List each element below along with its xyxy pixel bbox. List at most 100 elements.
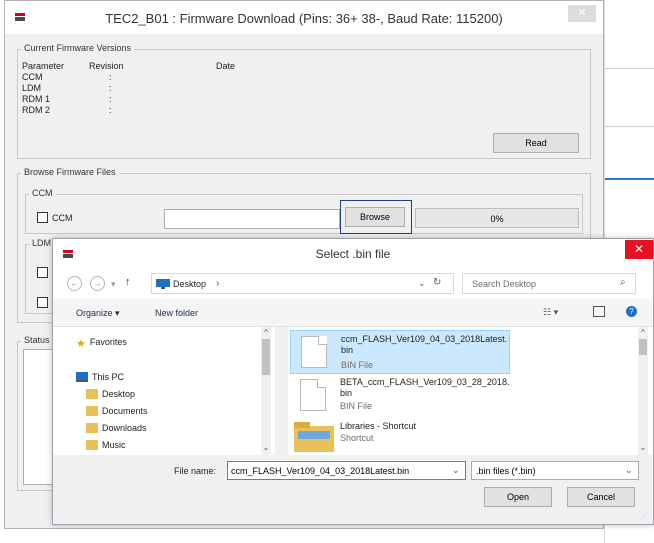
- cancel-button[interactable]: Cancel: [567, 487, 635, 507]
- param-rdm2: RDM 2: [22, 105, 51, 115]
- address-dropdown-icon[interactable]: ⌄: [418, 278, 426, 289]
- file-item[interactable]: Libraries - Shortcut Shortcut: [290, 418, 510, 455]
- open-button[interactable]: Open: [484, 487, 552, 507]
- dialog-navigation-bar: ← → ▾ ↑ Desktop › ⌄ ↻ Search Desktop ⌕: [53, 269, 653, 299]
- dialog-title-bar: Select .bin file ✕: [53, 239, 653, 269]
- nav-item-label: Desktop: [102, 389, 136, 399]
- param-rdm1-sep: :: [109, 94, 112, 104]
- documents-folder-icon: [86, 406, 98, 416]
- background-accent-line: [605, 178, 654, 180]
- scroll-thumb[interactable]: [262, 339, 270, 375]
- ccm-progress-bar: 0%: [415, 208, 579, 228]
- ldm-checkbox-2[interactable]: [37, 297, 48, 308]
- scroll-down-icon[interactable]: ⌄: [638, 443, 648, 452]
- file-name: ccm_FLASH_Ver109_04_03_2018Latest.bin: [341, 334, 508, 355]
- scroll-up-icon[interactable]: ^: [261, 328, 271, 337]
- ccm-legend: CCM: [29, 188, 56, 198]
- recent-locations-icon[interactable]: ▾: [111, 279, 116, 290]
- resize-grip-icon[interactable]: ⋰: [641, 512, 648, 520]
- ccm-progress-text: 0%: [490, 214, 504, 224]
- up-arrow-icon[interactable]: ↑: [125, 276, 131, 288]
- browse-button[interactable]: Browse: [345, 207, 405, 227]
- background-divider: [605, 68, 654, 69]
- refresh-icon[interactable]: ↻: [433, 277, 441, 288]
- nav-item-label: This PC: [92, 372, 125, 382]
- forward-arrow-icon[interactable]: →: [90, 276, 105, 291]
- chevron-down-icon[interactable]: ⌄: [625, 465, 633, 476]
- status-legend: Status: [21, 335, 53, 345]
- file-type: BIN File: [340, 401, 373, 411]
- file-list-scrollbar[interactable]: ^ ⌄: [638, 327, 648, 455]
- param-ldm-sep: :: [109, 83, 112, 93]
- navigation-scrollbar[interactable]: ^ ⌄: [261, 327, 271, 455]
- scroll-up-icon[interactable]: ^: [638, 328, 648, 337]
- nav-item-music[interactable]: Music: [86, 440, 126, 450]
- nav-item-desktop[interactable]: Desktop: [86, 389, 135, 399]
- ldm-checkbox-1[interactable]: [37, 267, 48, 278]
- search-icon: ⌕: [620, 277, 626, 288]
- file-type: BIN File: [341, 360, 374, 370]
- chevron-down-icon[interactable]: ⌄: [452, 465, 460, 476]
- search-input[interactable]: Search Desktop: [472, 279, 536, 289]
- organize-menu[interactable]: Organize ▾: [76, 308, 120, 319]
- file-type-filter[interactable]: .bin files (*.bin) ⌄: [471, 461, 639, 480]
- back-arrow-icon[interactable]: ←: [67, 276, 82, 291]
- preview-pane-icon[interactable]: [593, 306, 605, 317]
- shortcut-folder-icon: [294, 422, 334, 452]
- file-type: Shortcut: [340, 433, 374, 443]
- file-name-combobox[interactable]: ccm_FLASH_Ver109_04_03_2018Latest.bin ⌄: [227, 461, 466, 480]
- nav-item-label: Favorites: [89, 337, 127, 347]
- file-list: ccm_FLASH_Ver109_04_03_2018Latest.bin BI…: [288, 327, 653, 455]
- nav-item-favorites[interactable]: ★ Favorites: [76, 337, 127, 350]
- param-rdm1: RDM 1: [22, 94, 51, 104]
- star-icon: ★: [76, 338, 86, 350]
- main-close-button[interactable]: ✕: [568, 5, 596, 22]
- ccm-checkbox-label: CCM: [52, 213, 73, 223]
- bin-file-icon: [300, 379, 326, 411]
- pc-icon: [76, 372, 88, 382]
- ccm-path-field[interactable]: [164, 209, 340, 229]
- nav-item-downloads[interactable]: Downloads: [86, 423, 147, 433]
- help-icon[interactable]: ?: [626, 306, 637, 317]
- scroll-thumb[interactable]: [639, 339, 647, 355]
- parameter-header: Parameter: [22, 61, 65, 71]
- main-title-bar: TEC2_B01 : Firmware Download (Pins: 36+ …: [5, 1, 603, 34]
- file-name: Libraries - Shortcut: [340, 421, 417, 431]
- nav-item-label: Downloads: [102, 423, 147, 433]
- nav-item-documents[interactable]: Documents: [86, 406, 148, 416]
- bin-file-icon: [301, 336, 327, 368]
- file-item-selected[interactable]: ccm_FLASH_Ver109_04_03_2018Latest.bin BI…: [290, 330, 510, 374]
- ccm-checkbox[interactable]: [37, 212, 48, 223]
- scroll-down-icon[interactable]: ⌄: [261, 443, 271, 452]
- dialog-close-button[interactable]: ✕: [625, 240, 653, 259]
- new-folder-button[interactable]: New folder: [155, 308, 198, 318]
- date-header: Date: [216, 61, 236, 71]
- background-divider: [605, 126, 654, 127]
- nav-item-label: Documents: [102, 406, 148, 416]
- dialog-title: Select .bin file: [315, 247, 391, 261]
- nav-item-label: Music: [102, 440, 126, 450]
- desktop-icon: [156, 279, 170, 289]
- file-name-input[interactable]: ccm_FLASH_Ver109_04_03_2018Latest.bin: [231, 466, 409, 476]
- ldm-legend: LDM: [29, 238, 55, 248]
- search-box[interactable]: Search Desktop ⌕: [462, 273, 636, 294]
- select-file-dialog: Select .bin file ✕ ← → ▾ ↑ Desktop › ⌄ ↻…: [52, 238, 654, 525]
- view-options-icon[interactable]: ☷ ▾: [543, 307, 558, 318]
- read-button[interactable]: Read: [493, 133, 579, 153]
- file-type-filter-value: .bin files (*.bin): [476, 466, 536, 476]
- revision-header: Revision: [89, 61, 124, 71]
- browse-firmware-legend: Browse Firmware Files: [21, 167, 119, 177]
- navigation-pane: ★ Favorites This PC Desktop Documents Dow…: [53, 327, 275, 455]
- nav-item-this-pc[interactable]: This PC: [76, 372, 124, 382]
- downloads-folder-icon: [86, 423, 98, 433]
- param-ccm-sep: :: [109, 72, 112, 82]
- breadcrumb-separator: ›: [216, 278, 220, 289]
- window-title: TEC2_B01 : Firmware Download (Pins: 36+ …: [105, 11, 503, 26]
- param-ccm: CCM: [22, 72, 43, 82]
- desktop-folder-icon: [86, 389, 98, 399]
- current-firmware-legend: Current Firmware Versions: [21, 43, 135, 53]
- breadcrumb-desktop[interactable]: Desktop: [173, 279, 206, 289]
- file-item[interactable]: BETA_ccm_FLASH_Ver109_03_28_2018.bin BIN…: [290, 374, 510, 418]
- param-ldm: LDM: [22, 83, 42, 93]
- address-bar[interactable]: Desktop › ⌄ ↻: [151, 273, 454, 294]
